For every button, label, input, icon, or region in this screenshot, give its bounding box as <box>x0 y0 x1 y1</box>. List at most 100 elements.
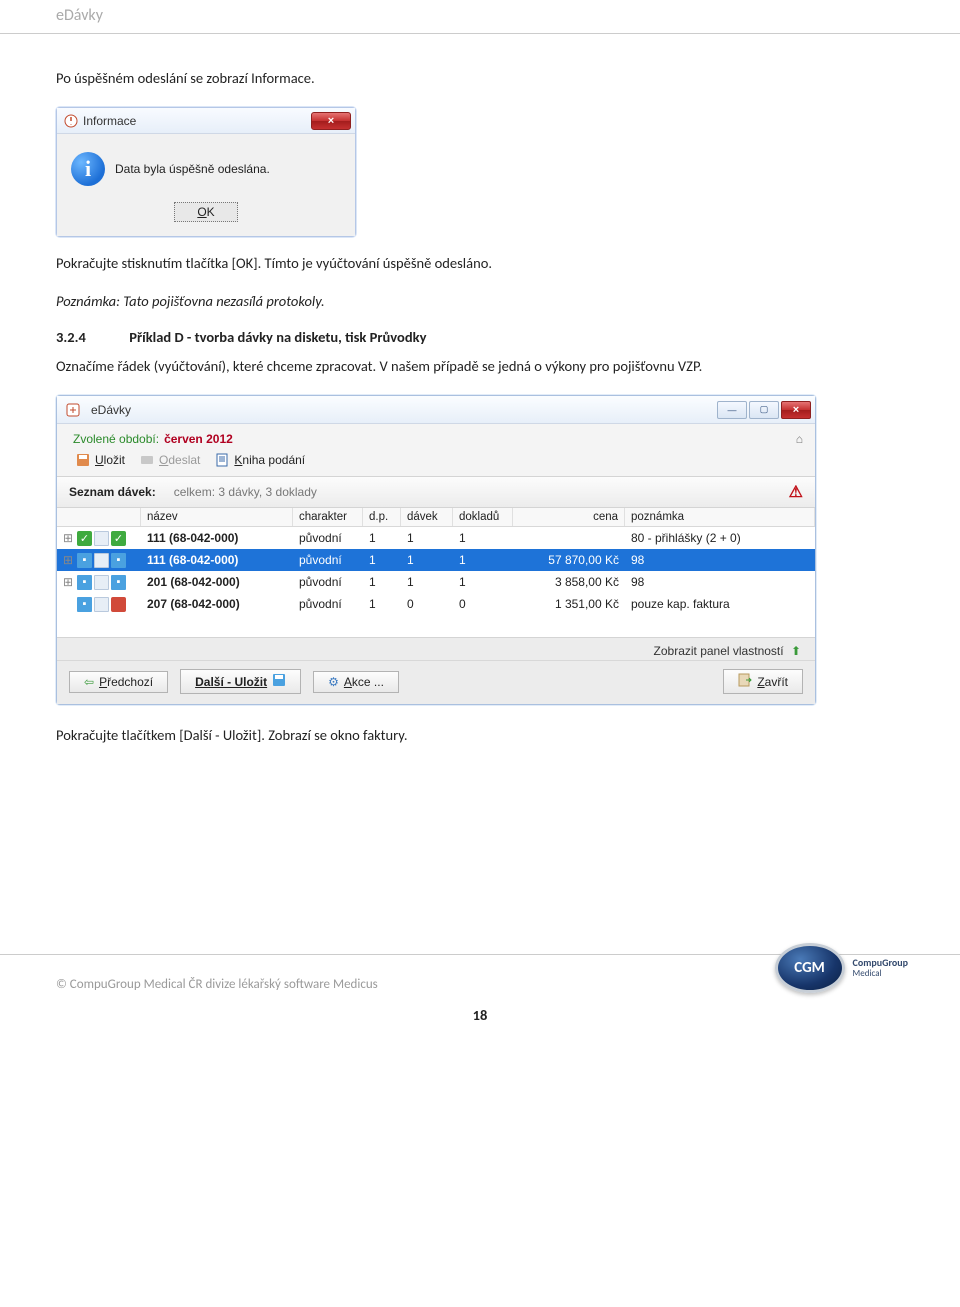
note: Poznámka: Tato pojišťovna nezasílá proto… <box>56 292 904 310</box>
close-icon: × <box>793 404 799 416</box>
cell-char: původní <box>293 531 363 545</box>
cell-name: 111 (68-042-000) <box>141 553 293 567</box>
page-footer: CGM CompuGroup Medical © CompuGroup Medi… <box>0 954 960 1030</box>
doc-icon <box>94 553 109 568</box>
disk-icon: ▪ <box>77 553 92 568</box>
disk-icon: ▪ <box>77 597 92 612</box>
dialog-button-row: OK <box>57 196 355 236</box>
table-row[interactable]: ⊞✓✓ 111 (68-042-000) původní 1 1 1 80 - … <box>57 527 815 549</box>
send-u: O <box>159 453 168 467</box>
col-dp[interactable]: d.p. <box>363 508 401 526</box>
table-row-selected[interactable]: ⊞▪▪ 111 (68-042-000) původní 1 1 1 57 87… <box>57 549 815 571</box>
cell-name: 207 (68-042-000) <box>141 597 293 611</box>
info-dialog: Informace × i Data byla úspěšně odeslána… <box>56 107 356 237</box>
cell-dokl: 1 <box>453 575 513 589</box>
col-cena[interactable]: cena <box>513 508 625 526</box>
cell-cena: 1 351,00 Kč <box>513 597 625 611</box>
disk-icon: ▪ <box>111 553 126 568</box>
cell-name: 111 (68-042-000) <box>141 531 293 545</box>
home-icon[interactable]: ⌂ <box>796 432 803 446</box>
para-2: Pokračujte stisknutím tlačítka [OK]. Tím… <box>56 253 904 274</box>
arrow-left-icon: ⇦ <box>84 675 94 689</box>
col-dokl[interactable]: dokladů <box>453 508 513 526</box>
table-row[interactable]: ⊞▪ 207 (68-042-000) původní 1 0 0 1 351,… <box>57 593 815 615</box>
cell-name: 201 (68-042-000) <box>141 575 293 589</box>
cell-pozn: 98 <box>625 575 815 589</box>
ok-rest: K <box>207 205 215 219</box>
dialog-body: i Data byla úspěšně odeslána. <box>57 134 355 196</box>
save-u: U <box>95 453 104 467</box>
next-label: Další - Uložit <box>195 675 267 689</box>
cell-dokl: 0 <box>453 597 513 611</box>
cgm-oval: CGM <box>775 943 845 993</box>
akce-u: A <box>344 675 352 689</box>
invoice-icon <box>111 597 126 612</box>
period-label: Zvolené období: <box>73 432 159 446</box>
ok-button[interactable]: OK <box>174 202 237 222</box>
actions-button[interactable]: ⚙ Akce ... <box>313 671 399 693</box>
cell-davek: 1 <box>401 553 453 567</box>
cell-davek: 1 <box>401 531 453 545</box>
close-button[interactable]: Zavřít <box>723 669 803 694</box>
period-value: červen 2012 <box>164 432 233 446</box>
properties-toggle[interactable]: Zobrazit panel vlastností ⬆ <box>57 637 815 660</box>
disk-icon: ▪ <box>111 575 126 590</box>
cell-dp: 1 <box>363 553 401 567</box>
cgm-line2: Medical <box>853 968 882 979</box>
cell-cena: 3 858,00 Kč <box>513 575 625 589</box>
check-icon: ✓ <box>77 531 92 546</box>
cell-char: původní <box>293 553 363 567</box>
table-row[interactable]: ⊞▪▪ 201 (68-042-000) původní 1 1 1 3 858… <box>57 571 815 593</box>
exit-icon <box>738 673 752 690</box>
col-pozn[interactable]: poznámka <box>625 508 815 526</box>
header-title: eDávky <box>56 6 103 25</box>
akce-rest: kce ... <box>352 675 384 689</box>
tree-expand-icon[interactable]: ⊞ <box>61 553 75 567</box>
dialog-message: Data byla úspěšně odeslána. <box>115 162 270 176</box>
minimize-button[interactable]: — <box>717 401 747 419</box>
para-3: Označíme řádek (vyúčtování), které chcem… <box>56 356 904 377</box>
cell-pozn: pouze kap. faktura <box>625 597 815 611</box>
page-number: 18 <box>56 1006 904 1024</box>
col-char[interactable]: charakter <box>293 508 363 526</box>
cgm-logo: CGM CompuGroup Medical <box>775 943 908 993</box>
send-rest: deslat <box>168 453 200 467</box>
page-header: eDávky <box>0 0 960 34</box>
cell-char: původní <box>293 597 363 611</box>
book-button[interactable]: Kniha podání <box>214 452 305 468</box>
save-rest: ložit <box>104 453 125 467</box>
check-icon: ✓ <box>111 531 126 546</box>
table-header: název charakter d.p. dávek dokladů cena … <box>57 508 815 527</box>
window-buttons: — ▢ × <box>717 401 811 419</box>
prev-button[interactable]: ⇦ Předchozí <box>69 671 168 693</box>
close-rest: avřít <box>765 675 788 689</box>
period-row: Zvolené období: červen 2012 ⌂ <box>57 424 815 448</box>
col-davek[interactable]: dávek <box>401 508 453 526</box>
maximize-button[interactable]: ▢ <box>749 401 779 419</box>
dialog-close-button[interactable]: × <box>311 112 351 130</box>
cell-char: původní <box>293 575 363 589</box>
section-title: Příklad D - tvorba dávky na disketu, tis… <box>129 328 426 346</box>
close-icon: × <box>328 115 334 127</box>
app-titlebar: eDávky — ▢ × <box>57 396 815 424</box>
list-header: Seznam dávek: celkem: 3 dávky, 3 doklady… <box>57 476 815 508</box>
doc-icon <box>94 531 109 546</box>
tree-expand-icon[interactable]: ⊞ <box>61 575 75 589</box>
cell-dokl: 1 <box>453 553 513 567</box>
cell-dp: 1 <box>363 531 401 545</box>
next-save-button[interactable]: Další - Uložit <box>180 669 301 694</box>
cell-dokl: 1 <box>453 531 513 545</box>
close-u: Z <box>757 675 764 689</box>
maximize-icon: ▢ <box>760 404 769 415</box>
edavky-window: eDávky — ▢ × Zvolené období: červen 2012… <box>56 395 816 705</box>
section-heading: 3.2.4 Příklad D - tvorba dávky na disket… <box>56 328 904 346</box>
tree-expand-icon[interactable]: ⊞ <box>61 531 75 545</box>
window-close-button[interactable]: × <box>781 401 811 419</box>
table-body: ⊞✓✓ 111 (68-042-000) původní 1 1 1 80 - … <box>57 527 815 637</box>
save-button[interactable]: Uložit <box>75 452 125 468</box>
col-name[interactable]: název <box>141 508 293 526</box>
send-button[interactable]: Odeslat <box>139 452 200 468</box>
list-summary: celkem: 3 dávky, 3 doklady <box>174 485 317 499</box>
doc-icon <box>94 575 109 590</box>
page-content: Po úspěšném odeslání se zobrazí Informac… <box>0 34 960 774</box>
